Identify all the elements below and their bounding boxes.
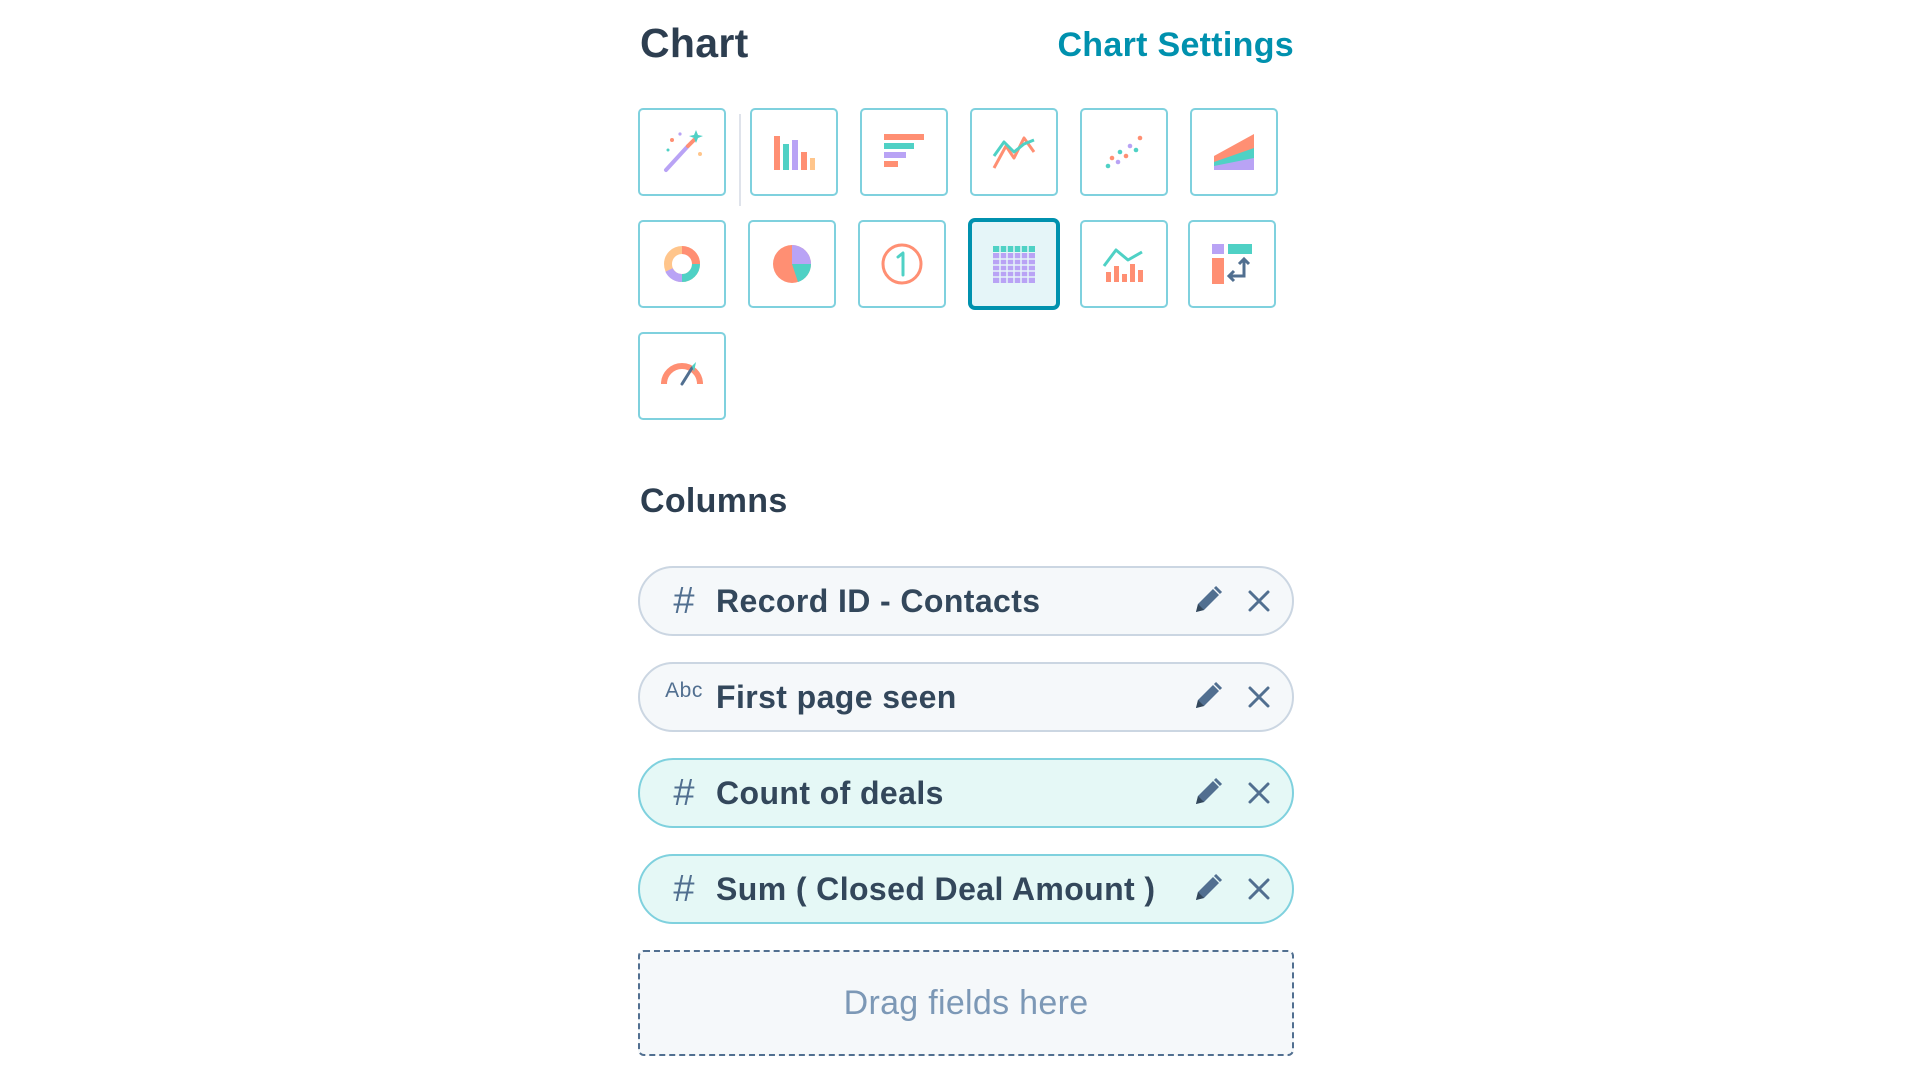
scatter-chart-icon [1105, 135, 1143, 169]
close-icon[interactable] [1242, 872, 1276, 906]
column-pill-first-page-seen[interactable]: Abc First page seen [638, 662, 1294, 732]
horizontal-bar-chart-icon [884, 134, 924, 167]
column-pill-count-of-deals[interactable]: # Count of deals [638, 758, 1294, 828]
column-pill-sum-closed-deal-amount[interactable]: # Sum ( Closed Deal Amount ) [638, 854, 1294, 924]
chart-type-column[interactable] [750, 108, 838, 196]
area-chart-icon [1214, 134, 1254, 170]
pencil-icon[interactable] [1188, 678, 1226, 716]
auto-separator [739, 114, 741, 206]
column-drop-zone[interactable]: Drag fields here [638, 950, 1294, 1056]
panel-header: Chart Chart Settings [638, 14, 1294, 74]
column-label: Sum ( Closed Deal Amount ) [716, 871, 1156, 907]
table-chart-icon [993, 246, 1035, 283]
pivot-table-icon [1212, 244, 1252, 284]
text-type-icon: Abc [665, 679, 703, 702]
chart-type-table[interactable] [968, 218, 1060, 310]
number-type-icon: # [673, 771, 695, 814]
column-label: First page seen [716, 679, 957, 715]
chart-type-summary[interactable] [858, 220, 946, 308]
combo-chart-icon [1102, 248, 1143, 282]
chart-type-combination[interactable] [1080, 220, 1168, 308]
line-chart-icon [992, 136, 1036, 169]
chart-type-line[interactable] [970, 108, 1058, 196]
chart-type-scatter[interactable] [1080, 108, 1168, 196]
gauge-chart-icon [661, 362, 703, 386]
close-icon[interactable] [1242, 776, 1276, 810]
chart-type-bar[interactable] [860, 108, 948, 196]
chart-type-gauge[interactable] [638, 332, 726, 420]
columns-section-label: Columns [640, 482, 788, 520]
vertical-bar-chart-icon [774, 136, 815, 170]
chart-settings-link[interactable]: Chart Settings [1057, 26, 1294, 65]
chart-type-donut[interactable] [638, 220, 726, 308]
column-pill-record-id[interactable]: # Record ID - Contacts [638, 566, 1294, 636]
chart-type-area[interactable] [1190, 108, 1278, 196]
pencil-icon[interactable] [1188, 582, 1226, 620]
chart-type-pie[interactable] [748, 220, 836, 308]
summary-number-icon [881, 243, 923, 285]
chart-type-grid [638, 108, 1294, 424]
close-icon[interactable] [1242, 680, 1276, 714]
column-label: Count of deals [716, 775, 944, 811]
chart-type-auto[interactable] [638, 108, 726, 196]
pencil-icon[interactable] [1188, 774, 1226, 812]
magic-wand-icon [664, 130, 703, 172]
donut-chart-icon [664, 246, 700, 282]
chart-type-pivot[interactable] [1188, 220, 1276, 308]
number-type-icon: # [673, 867, 695, 910]
number-type-icon: # [673, 579, 695, 622]
panel-title: Chart [640, 20, 749, 66]
drop-zone-placeholder: Drag fields here [843, 983, 1089, 1022]
close-icon[interactable] [1242, 584, 1276, 618]
column-label: Record ID - Contacts [716, 583, 1041, 619]
pie-chart-icon [773, 245, 811, 283]
pencil-icon[interactable] [1188, 870, 1226, 908]
